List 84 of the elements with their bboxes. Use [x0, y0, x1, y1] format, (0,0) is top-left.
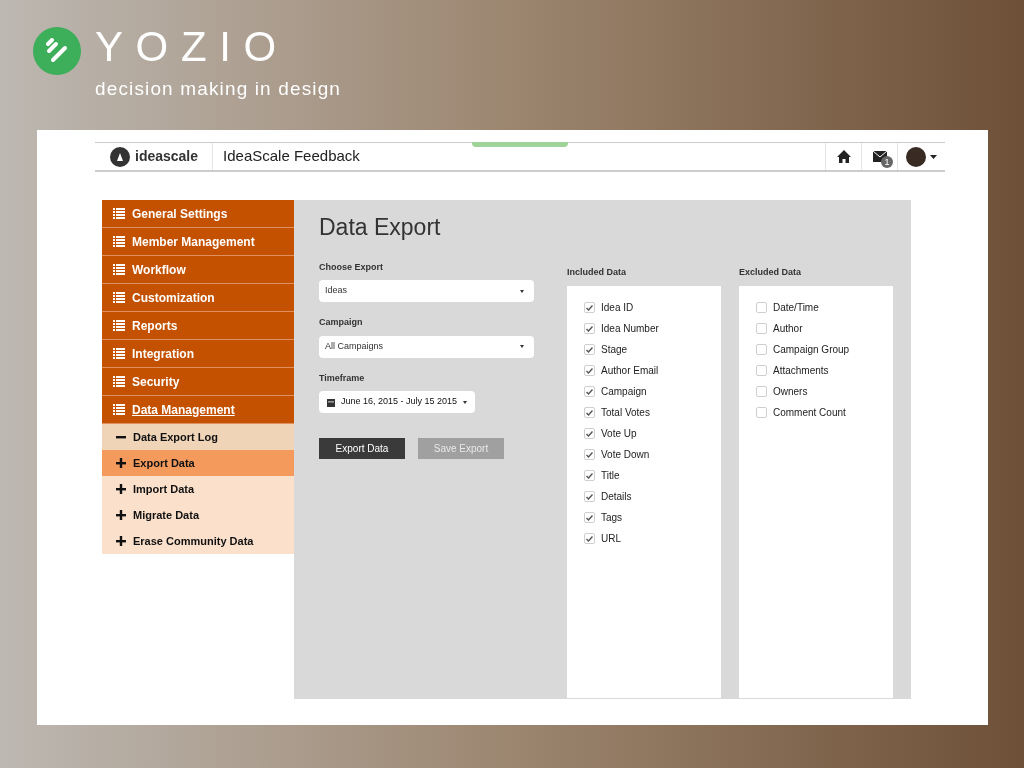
- checkbox[interactable]: [584, 365, 595, 376]
- sidebar-subitem[interactable]: Data Export Log: [102, 424, 294, 450]
- sidebar-subitem[interactable]: Import Data: [102, 476, 294, 502]
- checkbox[interactable]: [756, 323, 767, 334]
- sidebar-item[interactable]: General Settings: [102, 200, 294, 228]
- checkbox[interactable]: [756, 365, 767, 376]
- dropdown[interactable]: Ideas: [319, 280, 534, 302]
- checkbox-label: Idea ID: [601, 301, 634, 315]
- plus-icon: [116, 510, 126, 520]
- caret-icon[interactable]: [930, 154, 937, 159]
- checkbox-label: Date/Time: [773, 301, 819, 315]
- avatar[interactable]: [906, 146, 926, 167]
- sidebar-item[interactable]: Reports: [102, 312, 294, 340]
- list-icon: [113, 320, 125, 331]
- list-icon: [113, 376, 125, 387]
- sidebar-subitem[interactable]: Migrate Data: [102, 502, 294, 528]
- checkbox-label: Tags: [601, 511, 623, 525]
- checkbox[interactable]: [584, 428, 595, 439]
- checkbox-label: URL: [601, 532, 621, 546]
- caret-icon: [463, 400, 468, 404]
- export-data-button[interactable]: Export Data: [319, 438, 405, 459]
- list-icon: [113, 264, 125, 275]
- checkbox[interactable]: [756, 344, 767, 355]
- date-range-picker[interactable]: June 16, 2015 - July 15 2015: [319, 391, 476, 413]
- checkbox-label: Author: [773, 322, 803, 336]
- checkbox[interactable]: [756, 386, 767, 397]
- page-title: IdeaScale Feedback: [223, 146, 360, 167]
- plus-icon: [116, 484, 126, 494]
- sidebar-subitem[interactable]: Export Data: [102, 450, 294, 476]
- list-heading: Included Data: [567, 266, 627, 279]
- checkbox-label: Title: [601, 469, 620, 483]
- checkbox-label: Comment Count: [773, 406, 846, 420]
- brand-tagline: decision making in design: [95, 77, 342, 101]
- plus-icon: [116, 536, 126, 546]
- checkbox[interactable]: [584, 491, 595, 502]
- checkbox-label: Attachments: [773, 364, 829, 378]
- section-heading: Data Export: [319, 213, 442, 242]
- dropdown[interactable]: All Campaigns: [319, 335, 534, 358]
- calendar-icon: [327, 397, 335, 407]
- checkbox[interactable]: [584, 386, 595, 397]
- sidebar-item[interactable]: Integration: [102, 340, 294, 368]
- sidebar-item[interactable]: Security: [102, 368, 294, 396]
- caret-icon: [520, 289, 524, 293]
- checkbox[interactable]: [584, 512, 595, 523]
- home-icon[interactable]: [836, 150, 851, 163]
- brand-name: YOZIO: [95, 27, 290, 67]
- list-icon: [113, 208, 125, 219]
- checkbox[interactable]: [584, 407, 595, 418]
- sidebar-item[interactable]: Customization: [102, 284, 294, 312]
- checkbox-label: Total Votes: [601, 406, 650, 420]
- checkbox-label: Vote Down: [601, 448, 650, 462]
- checkbox[interactable]: [584, 533, 595, 544]
- field-label: Campaign: [319, 316, 364, 329]
- checkbox[interactable]: [584, 470, 595, 481]
- checkbox-label: Author Email: [601, 364, 659, 378]
- sidebar-item[interactable]: Workflow: [102, 256, 294, 284]
- checkbox[interactable]: [756, 302, 767, 313]
- caret-icon: [520, 345, 524, 348]
- checkbox[interactable]: [584, 344, 595, 355]
- list-icon: [113, 236, 125, 247]
- field-label: Timeframe: [319, 371, 366, 385]
- checkbox-label: Stage: [601, 343, 628, 357]
- notification-count: 1: [881, 156, 893, 168]
- sidebar-item[interactable]: Data Management: [102, 396, 294, 424]
- logo-text: ideascale: [135, 147, 199, 166]
- sidebar-item[interactable]: Member Management: [102, 228, 294, 256]
- checkbox[interactable]: [584, 449, 595, 460]
- list-heading: Excluded Data: [739, 266, 803, 279]
- list-icon: [113, 292, 125, 303]
- checkbox[interactable]: [584, 323, 595, 334]
- checkbox-label: Campaign: [601, 385, 647, 399]
- checkbox[interactable]: [584, 302, 595, 313]
- logo-icon: [33, 27, 81, 75]
- checkbox-label: Owners: [773, 385, 808, 399]
- checkbox-label: Idea Number: [601, 322, 659, 336]
- field-label: Choose Export: [319, 260, 384, 274]
- list-icon: [113, 404, 125, 415]
- checkbox-label: Details: [601, 490, 632, 504]
- checkbox-label: Campaign Group: [773, 343, 850, 357]
- checkbox-label: Vote Up: [601, 427, 637, 441]
- plus-icon: [116, 458, 126, 468]
- list-icon: [113, 348, 125, 359]
- sidebar-subitem[interactable]: Erase Community Data: [102, 528, 294, 554]
- checkbox[interactable]: [756, 407, 767, 418]
